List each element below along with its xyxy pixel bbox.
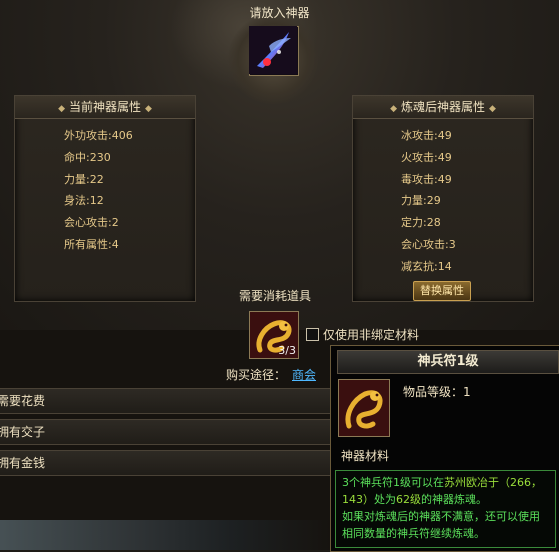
desc-mid: 处为: [374, 493, 396, 506]
diamond-icon: ◆: [58, 104, 65, 114]
cost-label: 需要花费: [0, 394, 46, 408]
stat-line: 会心攻击:2: [64, 216, 119, 230]
artifact-weapon-icon[interactable]: [249, 26, 297, 74]
tooltip-description: 3个神兵符1级可以在苏州欧冶于（266，143）处为62级的神器炼魂。 如果对炼…: [335, 470, 556, 548]
stat-line: 冰攻击:49: [401, 129, 452, 142]
jiaozi-label: 拥有交子: [0, 425, 46, 439]
buy-route-label: 购买途径：: [226, 368, 287, 382]
refined-attributes-header: ◆ 炼魂后神器属性 ◆: [353, 96, 533, 119]
money-label: 拥有金钱: [0, 456, 46, 470]
desc-line2: 如果对炼魂后的神器不满意，还可以使用相同数量的神兵符继续炼魂。: [342, 510, 540, 540]
tooltip-title: 神兵符1级: [337, 350, 559, 374]
refined-attributes-panel: ◆ 炼魂后神器属性 ◆ 冰攻击:49 火攻击:49 毒攻击:49 力量:29 定力:…: [352, 95, 534, 302]
stat-line: 身法:12: [64, 194, 104, 208]
stat-line: 减玄抗:14: [401, 259, 452, 273]
unbound-only-label: 仅使用非绑定材料: [323, 328, 420, 342]
tooltip-item-icon: [338, 379, 390, 437]
stat-line: 外功攻击:406: [64, 129, 133, 142]
money-row: 拥有金钱: [0, 450, 340, 476]
bottom-decoration: [0, 520, 330, 550]
stat-line: 力量:22: [64, 172, 104, 186]
stat-line: 定力:28: [401, 216, 441, 230]
desc-suffix: 的神器炼魂。: [421, 493, 487, 506]
shop-link[interactable]: 商会: [292, 366, 316, 383]
diamond-icon: ◆: [390, 104, 397, 114]
stat-line: 力量:29: [401, 194, 441, 208]
consume-title: 需要消耗道具: [238, 289, 311, 303]
stat-line: 火攻击:49: [401, 150, 452, 164]
stat-line: 所有属性:4: [64, 237, 119, 251]
current-attributes-title: 当前神器属性: [68, 100, 141, 114]
refined-attributes-title: 炼魂后神器属性: [400, 100, 485, 114]
tooltip-item-type: 神器材料: [341, 449, 390, 463]
stat-line: 会心攻击:3: [401, 237, 456, 251]
item-tooltip: 神兵符1级 物品等级：1 神器材料 3个神兵符1级可以在苏州欧冶于（266，14…: [330, 345, 559, 552]
diamond-icon: ◆: [489, 104, 496, 114]
desc-prefix: 3个神兵符1级可以在: [342, 476, 444, 489]
dragon-talisman-icon: [339, 380, 389, 436]
desc-level: 62级: [396, 493, 421, 506]
tooltip-item-level: 物品等级：1: [403, 385, 471, 399]
stat-line: 毒攻击:49: [401, 172, 452, 186]
replace-attributes-button[interactable]: 替换属性: [413, 281, 471, 301]
cost-row: 需要花费: [0, 388, 340, 414]
jiaozi-row: 拥有交子: [0, 419, 340, 445]
material-slot[interactable]: 3/3: [249, 311, 299, 359]
diamond-icon: ◆: [145, 104, 152, 114]
current-stat-list: 外功攻击:406 命中:230 力量:22 身法:12 会心攻击:2 所有属性:…: [64, 125, 133, 256]
item-count: 3/3: [278, 344, 296, 357]
unbound-only-checkbox[interactable]: [306, 328, 319, 341]
put-artifact-label: 请放入神器: [249, 6, 310, 20]
current-attributes-header: ◆ 当前神器属性 ◆: [15, 96, 195, 119]
stat-line: 命中:230: [64, 150, 111, 164]
refined-stat-list: 冰攻击:49 火攻击:49 毒攻击:49 力量:29 定力:28 会心攻击:3 …: [401, 125, 456, 278]
current-attributes-panel: ◆ 当前神器属性 ◆ 外功攻击:406 命中:230 力量:22 身法:12 会心攻…: [14, 95, 196, 302]
